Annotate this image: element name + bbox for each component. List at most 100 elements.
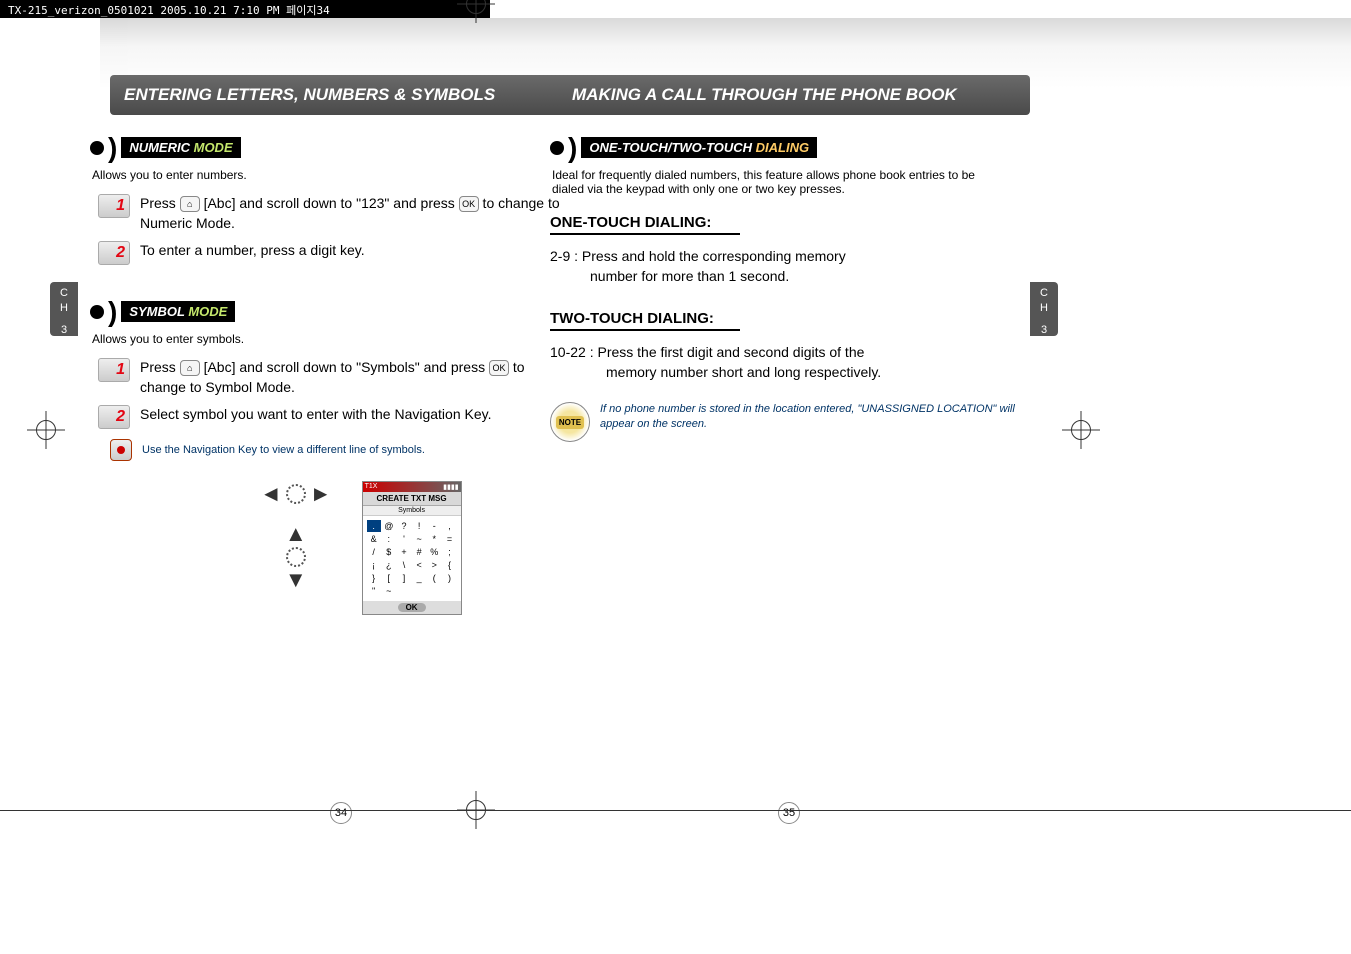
left-page: ENTERING LETTERS, NUMBERS & SYMBOLS ) NU… [90,20,570,615]
symbol-cell: { [442,559,456,571]
symbol-cell: ~ [382,585,396,597]
tip-bullet-icon [110,439,132,461]
symbol-cell: ! [412,520,426,532]
symbol-cell: " [367,585,381,597]
phone-screen: T1X▮▮▮▮ CREATE TXT MSG Symbols .@?!-, &:'… [362,481,462,615]
left-title: ENTERING LETTERS, NUMBERS & SYMBOLS [110,75,570,115]
symbol-cell: ) [442,572,456,584]
note-text: If no phone number is stored in the loca… [600,402,1030,431]
step-badge-2: 2 [98,241,130,265]
register-mark-icon [36,420,56,440]
symbol-tip: Use the Navigation Key to view a differe… [110,439,570,461]
numeric-step-2: 2 To enter a number, press a digit key. [98,241,570,265]
arrow-left-icon: ◄ [260,481,282,507]
symbol-cell: + [397,546,411,558]
step-badge-2b: 2 [98,405,130,429]
softkey-icon: ⌂ [180,360,200,376]
symbol-cell [442,585,456,597]
chapter-tab-left: C H 3 [50,282,78,336]
symbol-cell: ? [397,520,411,532]
symbol-cell: ] [397,572,411,584]
symbol-cell: . [367,520,381,532]
numeric-header: ) NUMERIC MODE [90,137,241,158]
symbol-cell: ( [427,572,441,584]
symbol-cell: < [412,559,426,571]
heading-underline [550,233,740,235]
two-touch-text: 10-22 : Press the first digit and second… [550,343,1030,382]
symbol-cell: & [367,533,381,545]
ok-ring-icon [286,547,306,567]
chapter-tab-right: C H 3 [1030,282,1058,336]
symbol-cell: _ [412,572,426,584]
symbol-cell: : [382,533,396,545]
ok-ring-icon [286,484,306,504]
symbol-intro: Allows you to enter symbols. [92,332,570,346]
arrow-right-icon: ► [310,481,332,507]
two-touch-heading: TWO-TOUCH DIALING: [550,310,1030,327]
symbol-header: ) SYMBOL MODE [90,301,235,322]
step-badge-1: 1 [98,194,130,218]
symbol-step-1: 1 Press ⌂ [Abc] and scroll down to "Symb… [98,358,570,397]
ok-key-icon: OK [489,360,509,376]
symbol-cell: % [427,546,441,558]
symbol-cell [397,585,411,597]
softkey-icon: ⌂ [180,196,200,212]
register-mark-icon [466,800,486,820]
symbol-cell: ~ [412,533,426,545]
arrow-up-icon: ▲ [285,521,307,547]
paren-icon: ) [108,305,117,319]
page-number-right: 35 [778,802,800,824]
dialing-header: ) ONE-TOUCH/TWO-TOUCH DIALING [550,137,817,158]
symbol-cell: \ [397,559,411,571]
symbol-cell: - [427,520,441,532]
bullet-icon [90,305,104,319]
symbol-cell: ' [397,533,411,545]
phone-ok-bar: OK [363,601,461,614]
arrow-down-icon: ▼ [285,567,307,593]
register-mark-icon [1071,420,1091,440]
symbol-cell [412,585,426,597]
phone-window-title: CREATE TXT MSG [363,492,461,506]
symbol-cell: * [427,533,441,545]
symbol-cell: ; [442,546,456,558]
symbol-cell: > [427,559,441,571]
symbol-cell: [ [382,572,396,584]
phone-subtitle: Symbols [363,506,461,516]
symbol-cell: = [442,533,456,545]
symbol-cell: ¡ [367,559,381,571]
right-page: MAKING A CALL THROUGH THE PHONE BOOK ) O… [550,20,1030,442]
phone-status-bar: T1X▮▮▮▮ [363,482,461,492]
one-touch-heading: ONE-TOUCH DIALING: [550,214,1030,231]
right-title: MAKING A CALL THROUGH THE PHONE BOOK [550,75,1030,115]
symbol-cell: } [367,572,381,584]
bullet-icon [550,141,564,155]
paren-icon: ) [568,141,577,155]
symbol-step-2: 2 Select symbol you want to enter with t… [98,405,570,429]
numeric-label: NUMERIC MODE [121,137,240,158]
symbol-label: SYMBOL MODE [121,301,235,322]
note-badge-icon: NOTE [550,402,590,442]
step-badge-1b: 1 [98,358,130,382]
crop-line [0,810,1351,811]
note-row: NOTE If no phone number is stored in the… [550,402,1030,442]
heading-underline [550,329,740,331]
symbol-cell [427,585,441,597]
bullet-icon [90,141,104,155]
file-stamp: TX-215_verizon_0501021 2005.10.21 7:10 P… [0,0,490,18]
symbol-cell: # [412,546,426,558]
symbol-cell: / [367,546,381,558]
symbol-cell: ¿ [382,559,396,571]
page-number-left: 34 [330,802,352,824]
dialing-intro: Ideal for frequently dialed numbers, thi… [552,168,982,196]
symbol-cell: @ [382,520,396,532]
nav-key-icons: ◄ ► ▲ ▼ [260,481,332,593]
numeric-intro: Allows you to enter numbers. [92,168,570,182]
illustration: ◄ ► ▲ ▼ T1X▮▮▮▮ CREATE TXT MSG Symbols .… [260,481,570,615]
paren-icon: ) [108,141,117,155]
numeric-step-1: 1 Press ⌂ [Abc] and scroll down to "123"… [98,194,570,233]
dialing-label: ONE-TOUCH/TWO-TOUCH DIALING [581,137,817,158]
symbol-cell: $ [382,546,396,558]
symbol-cell: , [442,520,456,532]
ok-key-icon: OK [459,196,479,212]
symbol-grid: .@?!-,&:'~*=/$+#%;¡¿\<>{}[]_()"~ [363,516,461,601]
